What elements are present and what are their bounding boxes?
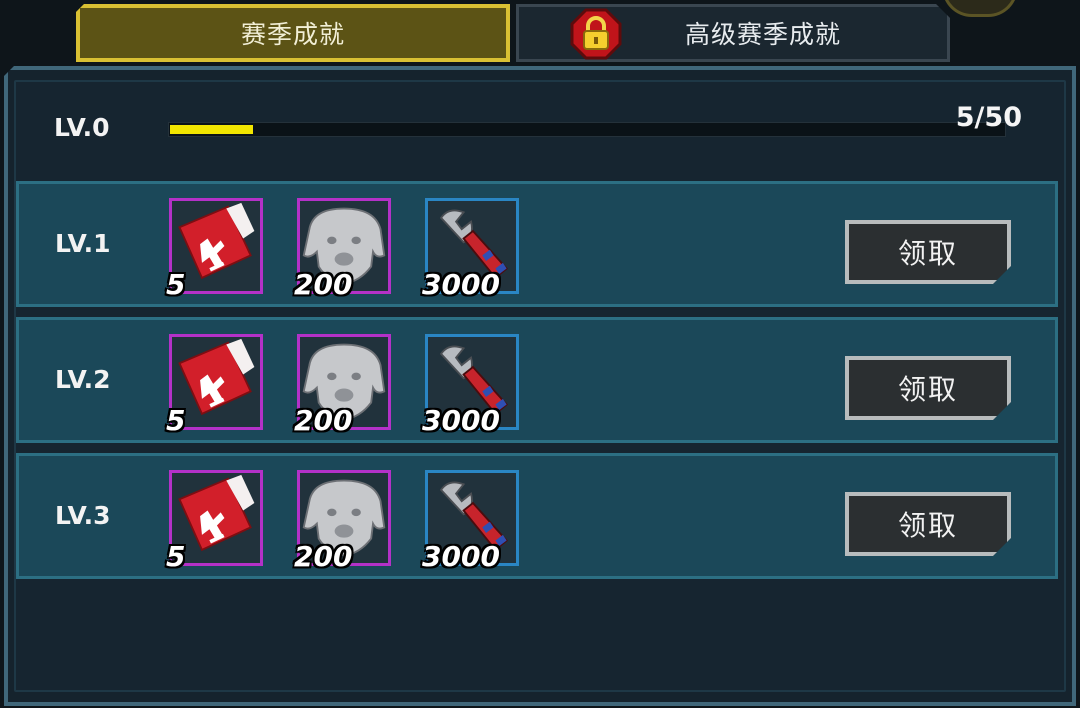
item-quantity: 200 bbox=[294, 268, 353, 301]
claim-button[interactable]: 领取 bbox=[845, 356, 1011, 420]
reward-row-lv3: LV.3 5 200 3000 领取 bbox=[16, 453, 1058, 579]
item-quantity: 3000 bbox=[422, 540, 500, 573]
reward-item-ticket[interactable]: 5 bbox=[166, 334, 263, 437]
item-quantity: 200 bbox=[294, 404, 353, 437]
claim-button[interactable]: 领取 bbox=[845, 220, 1011, 284]
item-quantity: 200 bbox=[294, 540, 353, 573]
row-level-label: LV.2 bbox=[55, 365, 111, 394]
item-quantity: 5 bbox=[166, 404, 186, 437]
reward-row-lv1: LV.1 5 200 3000 领取 bbox=[16, 181, 1058, 307]
claim-button[interactable]: 领取 bbox=[845, 492, 1011, 556]
reward-item-dog-head[interactable]: 200 bbox=[294, 334, 391, 437]
lock-icon bbox=[570, 8, 622, 60]
item-quantity: 3000 bbox=[422, 404, 500, 437]
level-progress-bar bbox=[168, 122, 1006, 137]
currency-coin-icon bbox=[942, 0, 1018, 17]
item-quantity: 3000 bbox=[422, 268, 500, 301]
reward-item-ticket[interactable]: 5 bbox=[166, 198, 263, 301]
claim-button-label: 领取 bbox=[897, 373, 958, 406]
claim-button-label: 领取 bbox=[897, 237, 958, 270]
row-level-label: LV.3 bbox=[55, 501, 111, 530]
reward-item-ticket[interactable]: 5 bbox=[166, 470, 263, 573]
reward-item-dog-head[interactable]: 200 bbox=[294, 470, 391, 573]
reward-item-wrench[interactable]: 3000 bbox=[422, 334, 519, 437]
item-quantity: 5 bbox=[166, 540, 186, 573]
claim-button-label: 领取 bbox=[897, 509, 958, 542]
tab-season-achievements[interactable]: 赛季成就 bbox=[76, 4, 510, 62]
reward-row-lv2: LV.2 5 200 3000 领取 bbox=[16, 317, 1058, 443]
reward-item-wrench[interactable]: 3000 bbox=[422, 470, 519, 573]
reward-item-dog-head[interactable]: 200 bbox=[294, 198, 391, 301]
current-level-label: LV.0 bbox=[54, 113, 110, 142]
level-progress-text: 5/50 bbox=[955, 102, 1022, 133]
row-level-label: LV.1 bbox=[55, 229, 111, 258]
item-quantity: 5 bbox=[166, 268, 186, 301]
tab-label: 赛季成就 bbox=[240, 20, 345, 49]
level-progress-fill bbox=[170, 125, 253, 134]
tab-label: 高级赛季成就 bbox=[684, 20, 841, 49]
reward-item-wrench[interactable]: 3000 bbox=[422, 198, 519, 301]
